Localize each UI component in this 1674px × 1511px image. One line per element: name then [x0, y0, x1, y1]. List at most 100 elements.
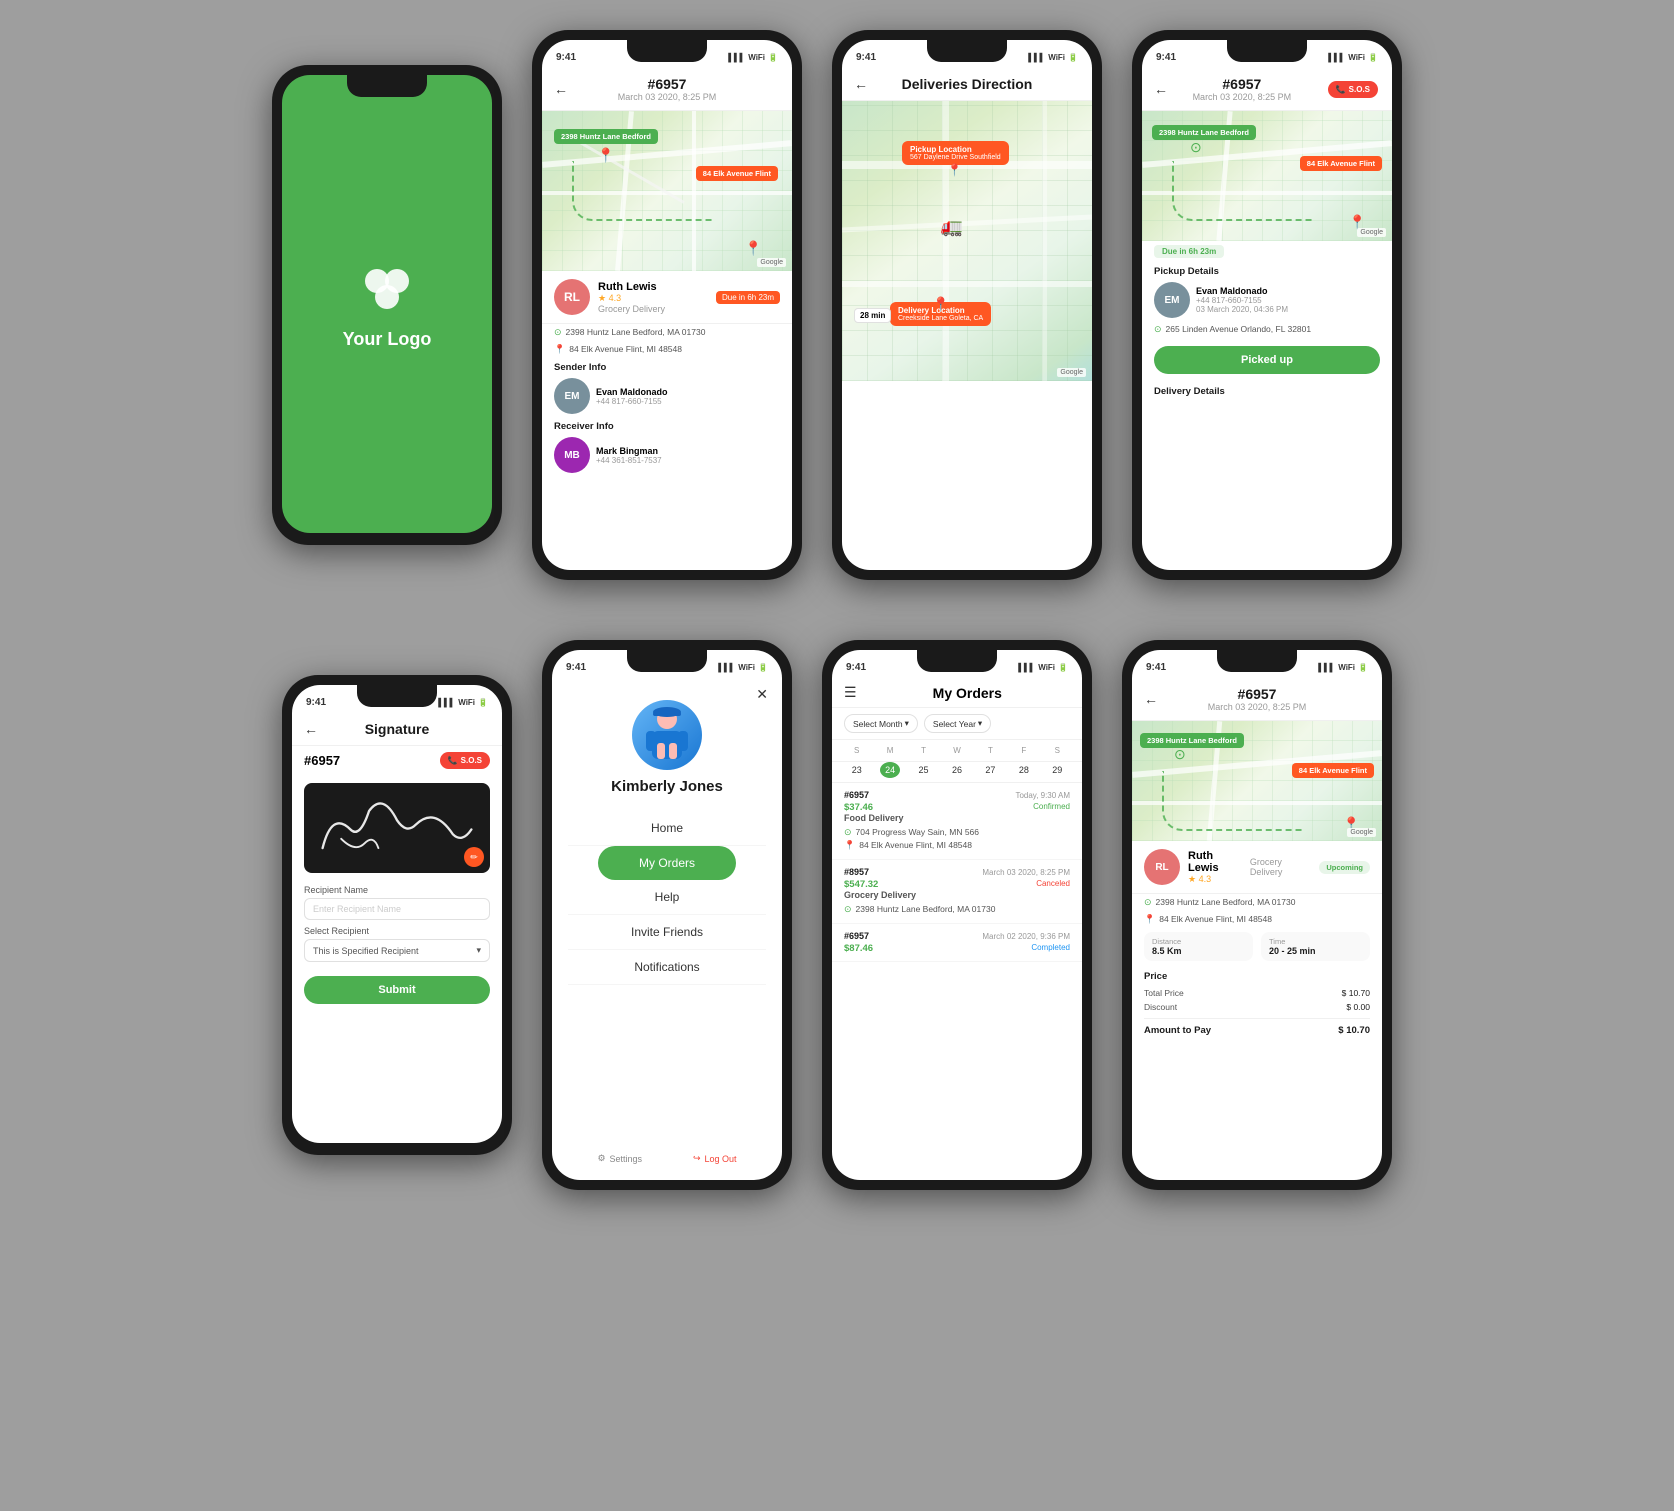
delivery-address: Creekside Lane Goleta, CA — [898, 315, 983, 322]
order-id: #6957 — [618, 76, 717, 92]
settings-label: Settings — [610, 1154, 643, 1164]
menu-item-notifications[interactable]: Notifications — [568, 950, 766, 985]
order-addr2-1: 📍 84 Elk Avenue Flint, MI 48548 — [844, 839, 1070, 852]
truck-icon: 🚛 — [941, 217, 963, 238]
phone-deliveries-direction: 9:41 ▌▌▌WiFi🔋 ← Deliveries Direction 🚛 — [832, 30, 1102, 580]
sos-label: S.O.S — [461, 756, 482, 765]
amount-label: Amount to Pay — [1144, 1025, 1211, 1036]
pickup-name: Evan Maldonado — [1196, 286, 1288, 296]
order-header-2: #8957 March 03 2020, 8:25 PM — [844, 867, 1070, 877]
due-badge: Due in 6h 23m — [716, 291, 780, 304]
back-arrow[interactable]: ← — [304, 721, 318, 737]
back-arrow[interactable]: ← — [554, 81, 568, 97]
day-24[interactable]: 24 — [880, 762, 900, 778]
map-tag-green: 2398 Huntz Lane Bedford — [1140, 733, 1244, 748]
submit-button[interactable]: Submit — [304, 976, 490, 1004]
addr1-text: 2398 Huntz Lane Bedford, MA 01730 — [566, 327, 706, 337]
menu-item-help[interactable]: Help — [568, 880, 766, 915]
back-arrow[interactable]: ← — [1154, 81, 1168, 97]
select-month[interactable]: Select Month ▾ — [844, 714, 918, 733]
status-icons: ▌▌▌WiFi🔋 — [438, 698, 488, 707]
back-arrow[interactable]: ← — [854, 76, 868, 92]
day-29[interactable]: 29 — [1047, 762, 1067, 778]
status-icons: ▌▌▌WiFi🔋 — [1318, 663, 1368, 672]
hamburger-icon[interactable]: ☰ — [844, 684, 857, 701]
back-arrow[interactable]: ← — [1144, 691, 1158, 707]
courier-type-2: Grocery Delivery — [1250, 857, 1311, 877]
order-date: March 03 2020, 8:25 PM — [1156, 92, 1328, 102]
menu-item-home[interactable]: Home — [568, 811, 766, 846]
phone-row-2: 9:41 ▌▌▌WiFi🔋 ← Signature #6957 📞 S.O.S — [0, 610, 1674, 1220]
pickup-contact-row: EM Evan Maldonado +44 817-660-7155 03 Ma… — [1142, 279, 1392, 321]
courier-name-2: Ruth Lewis — [1188, 850, 1242, 874]
map-tag-orange: 84 Elk Avenue Flint — [1300, 156, 1382, 171]
receiver-label: Receiver Info — [542, 417, 792, 434]
time: 9:41 — [846, 662, 866, 673]
address-row-1: ⊙ 2398 Huntz Lane Bedford, MA 01730 — [542, 324, 792, 341]
day-27[interactable]: 27 — [980, 762, 1000, 778]
order-price-row-1: $37.46 Confirmed — [844, 802, 1070, 813]
day-label-t2: T — [974, 744, 1007, 757]
order-id-1: #6957 — [844, 790, 869, 800]
picked-up-button[interactable]: Picked up — [1154, 346, 1380, 374]
courier-rating-2: ★ 4.3 — [1188, 874, 1242, 885]
map-tag-orange: 84 Elk Avenue Flint — [696, 166, 778, 181]
order-price-3: $87.46 — [844, 943, 873, 954]
total-price-label: Total Price — [1144, 988, 1184, 998]
day-label-m: M — [873, 744, 906, 757]
addr-icon-red: 📍 — [554, 344, 565, 355]
addr1-text-2: 2398 Huntz Lane Bedford, MA 01730 — [1156, 897, 1296, 907]
total-price-value: $ 10.70 — [1342, 988, 1370, 998]
time: 9:41 — [1156, 52, 1176, 63]
signature-canvas[interactable]: ✏ — [304, 783, 490, 873]
total-price-row: Total Price $ 10.70 — [1144, 986, 1370, 1000]
order-id: #6957 — [1208, 686, 1307, 702]
day-28[interactable]: 28 — [1014, 762, 1034, 778]
order-addr1-1: ⊙ 704 Progress Way Sain, MN 566 — [844, 826, 1070, 839]
day-25[interactable]: 25 — [914, 762, 934, 778]
settings-item[interactable]: ⚙ Settings — [597, 1153, 642, 1164]
address-row-2: 📍 84 Elk Avenue Flint, MI 48548 — [542, 341, 792, 358]
courier-type: Grocery Delivery — [598, 304, 665, 314]
order-status-3: Completed — [1031, 943, 1070, 954]
google-badge: Google — [1347, 828, 1376, 837]
price-section-label: Price — [1144, 969, 1370, 986]
amount-row: Amount to Pay $ 10.70 — [1144, 1023, 1370, 1038]
map-area: 2398 Huntz Lane Bedford 84 Elk Avenue Fl… — [1142, 111, 1392, 241]
edit-icon[interactable]: ✏ — [464, 847, 484, 867]
time: 9:41 — [306, 697, 326, 708]
user-name: Kimberly Jones — [611, 778, 723, 795]
order-id-3: #6957 — [844, 931, 869, 941]
distance-box: Distance 8.5 Km — [1144, 932, 1253, 961]
menu-item-orders[interactable]: My Orders — [598, 846, 736, 880]
day-26[interactable]: 26 — [947, 762, 967, 778]
phone-orders: 9:41 ▌▌▌WiFi🔋 ☰ My Orders Select Month ▾… — [822, 640, 1092, 1190]
sos-button[interactable]: 📞 S.O.S — [1328, 81, 1378, 98]
orders-title: My Orders — [865, 685, 1070, 701]
sos-button[interactable]: 📞 S.O.S — [440, 752, 490, 769]
min-badge: 28 min — [854, 308, 891, 323]
close-icon[interactable]: ✕ — [756, 686, 768, 703]
pickup-address-row: ⊙ 265 Linden Avenue Orlando, FL 32801 — [1142, 321, 1392, 338]
phone-row-1: Your Logo 9:41 ▌▌▌ WiFi 🔋 ← #6957 Mar — [0, 0, 1674, 610]
day-23[interactable]: 23 — [847, 762, 867, 778]
stats-row: Distance 8.5 Km Time 20 - 25 min — [1132, 928, 1382, 965]
amount-value: $ 10.70 — [1338, 1025, 1370, 1036]
order-addr1-text-1: 704 Progress Way Sain, MN 566 — [856, 827, 979, 837]
origin-pin: 📍 — [597, 147, 614, 164]
recipient-input[interactable]: Enter Recipient Name — [304, 898, 490, 920]
logout-item[interactable]: ↪ Log Out — [693, 1153, 737, 1164]
sender-phone: +44 817-660-7155 — [596, 397, 668, 406]
order-header-3: #6957 March 02 2020, 9:36 PM — [844, 931, 1070, 941]
pickup-tag: Pickup Location 567 Daylene Drive Southf… — [902, 141, 1009, 165]
day-label-t: T — [907, 744, 940, 757]
user-avatar — [632, 700, 702, 770]
select-recipient[interactable]: This is Specified Recipient ▾ — [304, 939, 490, 962]
recipient-label: Recipient Name — [292, 881, 502, 896]
courier-card-2: RL Ruth Lewis ★ 4.3 Grocery Delivery Upc… — [1132, 841, 1382, 894]
menu-item-invite[interactable]: Invite Friends — [568, 915, 766, 950]
order-time-2: March 03 2020, 8:25 PM — [982, 868, 1070, 877]
signature-drawing — [304, 783, 490, 867]
order-status-2: Canceled — [1036, 879, 1070, 890]
select-year[interactable]: Select Year ▾ — [924, 714, 991, 733]
